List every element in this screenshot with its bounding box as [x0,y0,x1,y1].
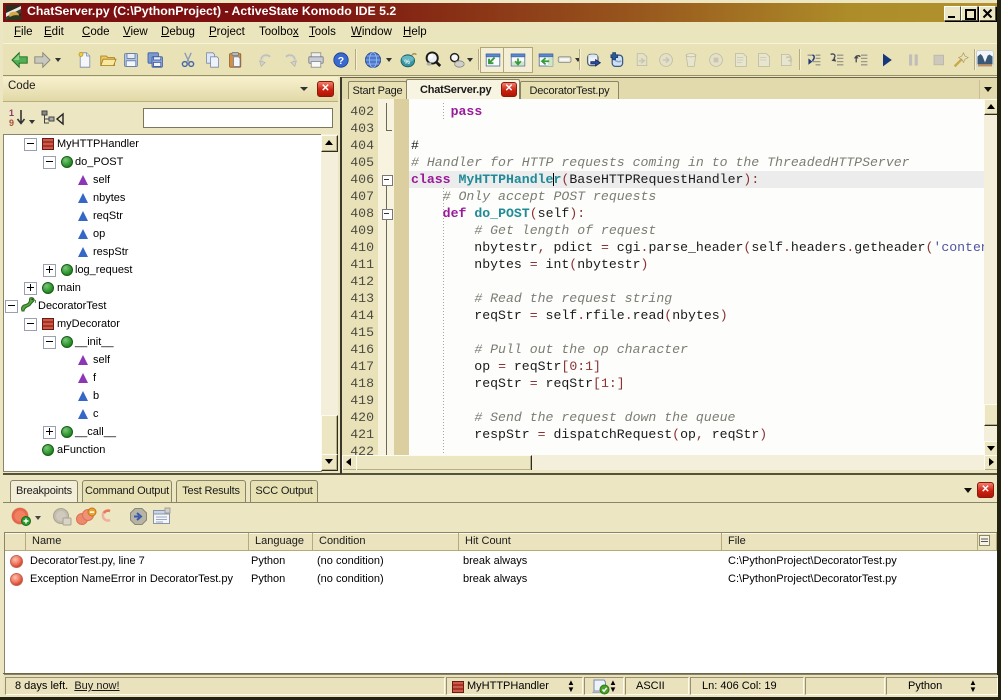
svg-text:1: 1 [9,108,14,118]
svg-text:?: ? [338,56,344,67]
svg-text:%: % [404,59,410,66]
svg-text:9: 9 [9,118,14,128]
